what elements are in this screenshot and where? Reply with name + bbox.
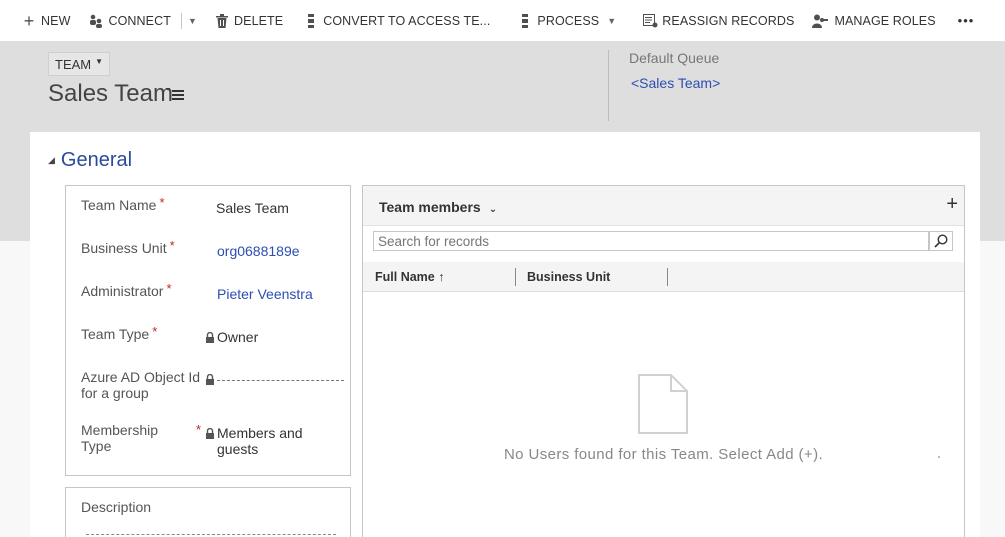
trash-icon xyxy=(215,13,229,28)
command-separator xyxy=(180,12,182,29)
page-gutter xyxy=(980,241,1005,537)
empty-state-message: No Users found for this Team. Select Add… xyxy=(503,446,824,463)
convert-button[interactable]: CONVERT TO ACCESS TE... xyxy=(304,0,490,41)
column-divider[interactable] xyxy=(667,268,668,286)
search-icon xyxy=(934,234,948,248)
convert-label: CONVERT TO ACCESS TE... xyxy=(323,13,491,28)
fields-panel: Team Name * Sales Team Business Unit * org… xyxy=(65,185,351,476)
connect-dropdown-button[interactable]: ▼ xyxy=(188,0,197,41)
team-type-label: Team Type * xyxy=(81,324,158,342)
chevron-down-icon: ▼ xyxy=(187,15,197,26)
column-divider[interactable] xyxy=(515,268,516,286)
default-queue-link[interactable]: <Sales Team> xyxy=(631,75,720,91)
reassign-icon xyxy=(643,13,658,28)
chevron-down-icon: ⌄ xyxy=(488,204,498,215)
team-name-field[interactable]: Sales Team xyxy=(216,200,289,216)
required-mark: * xyxy=(196,422,202,437)
delete-label: DELETE xyxy=(234,13,284,28)
process-label: PROCESS xyxy=(537,13,600,28)
record-title: Sales Team xyxy=(48,80,173,107)
column-header-row: Full Name ↑ Business Unit xyxy=(363,262,964,292)
section-general-header[interactable]: ◢ General xyxy=(48,149,132,172)
collapse-triangle-icon: ◢ xyxy=(48,155,55,165)
caret-down-icon: ▼ xyxy=(95,56,104,66)
subgrid-title: Team members xyxy=(379,199,481,215)
subgrid-view-selector[interactable]: Team members ⌄ xyxy=(379,199,497,215)
required-mark: * xyxy=(152,324,158,339)
chevron-down-icon: ▼ xyxy=(607,15,617,26)
azure-ad-field xyxy=(205,371,344,387)
required-mark: * xyxy=(159,195,165,210)
entity-label: TEAM xyxy=(55,56,92,72)
roles-icon xyxy=(812,14,829,28)
subgrid-search-input[interactable] xyxy=(373,231,929,251)
process-icon xyxy=(518,13,532,28)
lock-icon xyxy=(206,428,214,439)
entity-switcher[interactable]: TEAM ▼ xyxy=(48,52,111,76)
form-selector-icon[interactable] xyxy=(166,87,184,103)
administrator-label: Administrator * xyxy=(81,281,172,299)
default-queue-label: Default Queue xyxy=(629,50,720,66)
required-mark: * xyxy=(166,281,172,296)
business-unit-link[interactable]: org0688189e xyxy=(217,243,300,259)
description-panel: Description xyxy=(65,487,351,537)
azure-ad-label: Azure AD Object Id for a group xyxy=(81,369,201,401)
team-type-field: Owner xyxy=(205,329,258,345)
required-mark: * xyxy=(169,238,175,253)
business-unit-label: Business Unit * xyxy=(81,238,175,256)
description-field[interactable] xyxy=(86,534,336,535)
command-bar: + NEW CONNECT ▼ DELETE CONVERT TO ACCESS… xyxy=(0,0,1005,41)
delete-button[interactable]: DELETE xyxy=(215,0,283,41)
sort-ascending-icon: ↑ xyxy=(438,270,445,284)
lock-icon xyxy=(206,332,214,343)
subgrid-header: Team members ⌄ + xyxy=(363,186,964,226)
convert-icon xyxy=(304,13,318,28)
reassign-label: REASSIGN RECORDS xyxy=(662,13,795,28)
connect-icon xyxy=(89,14,103,28)
empty-document-icon xyxy=(638,374,688,434)
administrator-link[interactable]: Pieter Veenstra xyxy=(217,286,313,302)
team-name-label: Team Name * xyxy=(81,195,165,213)
membership-type-label: Membership Type xyxy=(81,422,159,454)
membership-type-field: Members and guests xyxy=(205,425,303,457)
connect-label: CONNECT xyxy=(108,13,171,28)
manage-roles-label: MANAGE ROLES xyxy=(834,13,936,28)
column-full-name[interactable]: Full Name ↑ xyxy=(375,270,444,284)
header-divider xyxy=(608,50,609,121)
column-business-unit[interactable]: Business Unit xyxy=(527,270,610,284)
search-button[interactable] xyxy=(929,231,953,251)
lock-icon xyxy=(206,374,214,385)
decorative-dot xyxy=(938,456,940,458)
plus-icon: + xyxy=(23,10,35,31)
add-member-button[interactable]: + xyxy=(946,194,958,214)
new-label: NEW xyxy=(41,13,71,28)
new-button[interactable]: + NEW xyxy=(22,0,71,41)
manage-roles-button[interactable]: MANAGE ROLES xyxy=(812,0,936,41)
more-icon: ••• xyxy=(957,13,975,28)
more-commands-button[interactable]: ••• xyxy=(958,0,975,41)
team-members-subgrid: Team members ⌄ + Full Name ↑ Business Uni… xyxy=(362,185,965,537)
description-label: Description xyxy=(81,499,152,515)
section-title: General xyxy=(60,149,133,171)
reassign-records-button[interactable]: REASSIGN RECORDS xyxy=(643,0,794,41)
process-button[interactable]: PROCESS ▼ xyxy=(518,0,616,41)
connect-button[interactable]: CONNECT xyxy=(89,0,171,41)
